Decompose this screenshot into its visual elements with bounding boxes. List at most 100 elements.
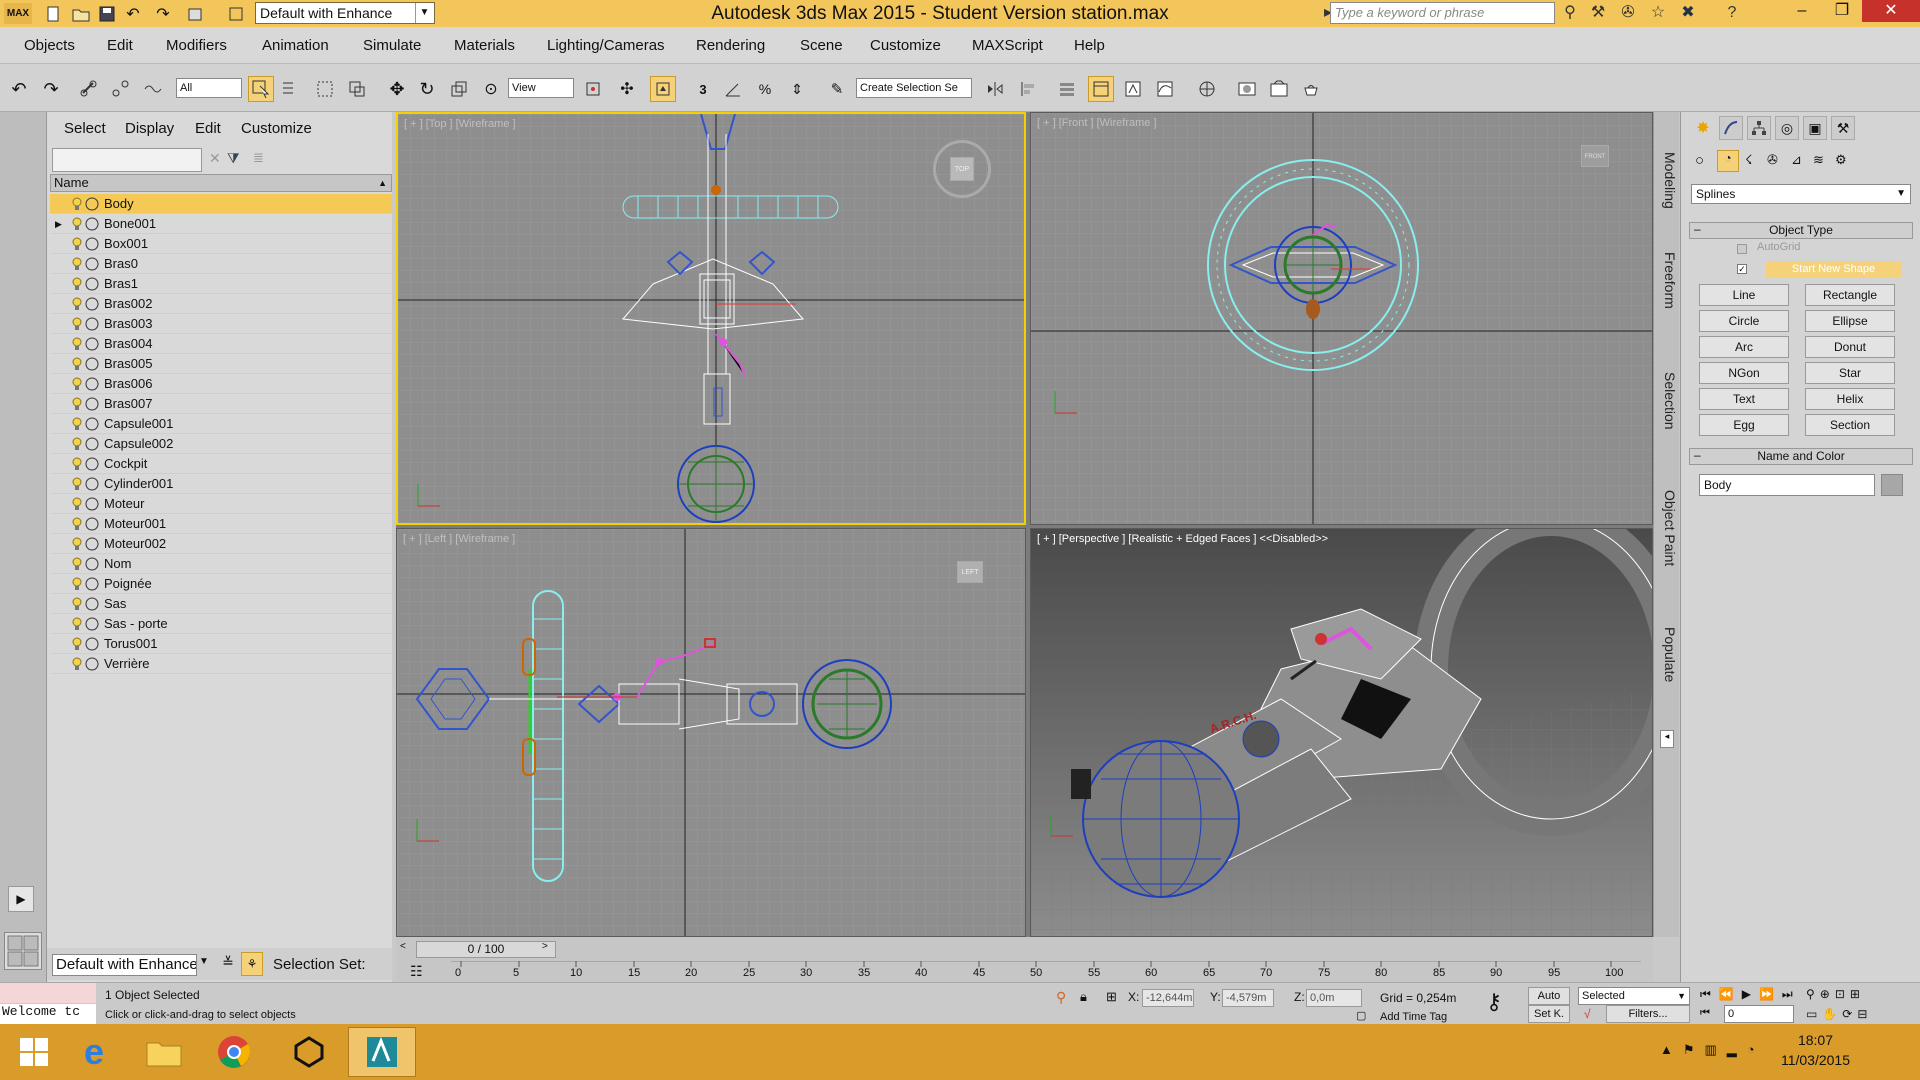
list-item[interactable]: Capsule001 bbox=[50, 414, 392, 434]
utilities-tab-icon[interactable]: ⚒ bbox=[1831, 116, 1855, 140]
create-tab-icon[interactable]: ✸ bbox=[1691, 116, 1715, 140]
start-new-shape-button[interactable]: Start New Shape bbox=[1766, 261, 1901, 278]
rectangle-button[interactable]: Rectangle bbox=[1805, 284, 1895, 306]
cameras-category-icon[interactable]: ✇ bbox=[1767, 152, 1778, 168]
window-crossing-icon[interactable] bbox=[344, 76, 370, 102]
isolate-icon[interactable]: ⚲ bbox=[1056, 989, 1066, 1006]
absolute-mode-icon[interactable]: ⊞ bbox=[1106, 989, 1117, 1005]
expand-arrow-icon[interactable]: ▶ bbox=[55, 214, 62, 234]
filter-funnel-icon[interactable]: ⧩ bbox=[227, 150, 240, 167]
ellipse-button[interactable]: Ellipse bbox=[1805, 310, 1895, 332]
section-button[interactable]: Section bbox=[1805, 414, 1895, 436]
menu-materials[interactable]: Materials bbox=[450, 27, 519, 64]
keyboard-shortcut-override-icon[interactable] bbox=[650, 76, 676, 102]
layer-dropdown[interactable]: Default with Enhance bbox=[52, 954, 197, 976]
lightbulb-icon[interactable] bbox=[72, 617, 82, 631]
lightbulb-icon[interactable] bbox=[72, 537, 82, 551]
graphite-ribbon-icon[interactable] bbox=[1120, 76, 1146, 102]
time-tag-icon[interactable]: ▢ bbox=[1356, 1009, 1366, 1022]
close-button[interactable]: ✕ bbox=[1862, 0, 1920, 22]
render-setup-icon[interactable] bbox=[1266, 76, 1292, 102]
list-item[interactable]: ▶ Bone001 bbox=[50, 214, 392, 234]
unity-icon[interactable] bbox=[275, 1027, 343, 1077]
lightbulb-icon[interactable] bbox=[72, 277, 82, 291]
taskbar-clock[interactable]: 18:07 11/03/2015 bbox=[1781, 1030, 1850, 1070]
menu-edit[interactable]: Edit bbox=[103, 27, 137, 64]
systems-category-icon[interactable]: ⚙ bbox=[1835, 152, 1847, 168]
maxscript-listener[interactable]: Welcome tc bbox=[0, 983, 96, 1025]
y-coord-field[interactable]: -4,579m bbox=[1222, 989, 1274, 1007]
satellite-icon[interactable]: ✇ bbox=[1616, 2, 1640, 24]
helpers-category-icon[interactable]: ⊿ bbox=[1791, 152, 1802, 168]
snap-toggle-icon[interactable]: 3 bbox=[690, 76, 716, 102]
list-item[interactable]: Sas bbox=[50, 594, 392, 614]
lights-category-icon[interactable]: ☇ bbox=[1745, 152, 1752, 168]
ngon-button[interactable]: NGon bbox=[1699, 362, 1789, 384]
list-item[interactable]: Moteur bbox=[50, 494, 392, 514]
z-coord-field[interactable]: 0,0m bbox=[1306, 989, 1362, 1007]
select-by-name-icon[interactable] bbox=[278, 76, 304, 102]
lightbulb-icon[interactable] bbox=[72, 437, 82, 451]
internet-explorer-icon[interactable]: e bbox=[60, 1027, 128, 1077]
key-filter-dropdown[interactable]: Selected ▼ bbox=[1578, 987, 1690, 1005]
menu-rendering[interactable]: Rendering bbox=[692, 27, 769, 64]
align-icon[interactable] bbox=[1016, 76, 1042, 102]
unlink-icon[interactable] bbox=[108, 76, 134, 102]
tools-icon[interactable]: ⚒ bbox=[1586, 2, 1610, 24]
display-tab-icon[interactable]: ▣ bbox=[1803, 116, 1827, 140]
menu-lighting-cameras[interactable]: Lighting/Cameras bbox=[543, 27, 669, 64]
file-explorer-icon[interactable] bbox=[130, 1027, 198, 1077]
hierarchy-tab-icon[interactable] bbox=[1747, 116, 1771, 140]
play-arrow-icon[interactable]: ▶ bbox=[8, 886, 34, 912]
menu-objects[interactable]: Objects bbox=[20, 27, 79, 64]
tab-populate[interactable]: Populate bbox=[1656, 627, 1678, 682]
timeline-ruler[interactable]: 0 5 10 15 20 25 30 35 40 45 50 55 60 65 70 75 80 85 90 95 10… bbox=[451, 961, 1641, 981]
lightbulb-icon[interactable] bbox=[72, 197, 82, 211]
menu-simulate[interactable]: Simulate bbox=[359, 27, 425, 64]
link-icon[interactable] bbox=[76, 76, 102, 102]
rotate-icon[interactable]: ↻ bbox=[414, 76, 440, 102]
lightbulb-icon[interactable] bbox=[72, 217, 82, 231]
select-manipulate-icon[interactable]: ✣ bbox=[614, 76, 640, 102]
mini-curve-editor-icon[interactable]: ☷ bbox=[410, 963, 423, 980]
lightbulb-icon[interactable] bbox=[72, 257, 82, 271]
list-item[interactable]: Bras1 bbox=[50, 274, 392, 294]
list-item[interactable]: Body bbox=[50, 194, 392, 214]
menu-modifiers[interactable]: Modifiers bbox=[162, 27, 231, 64]
x-coord-field[interactable]: -12,644m bbox=[1142, 989, 1194, 1007]
edit-named-selection-icon[interactable]: ✎ bbox=[824, 76, 850, 102]
viewport-label[interactable]: [ + ] [Left ] [Wireframe ] bbox=[403, 533, 515, 545]
menu-customize[interactable]: Customize bbox=[866, 27, 945, 64]
undo-icon[interactable]: ↶ bbox=[122, 3, 144, 24]
object-color-swatch[interactable] bbox=[1881, 474, 1903, 496]
viewport-nav-controls-2[interactable]: ▭✋⟳⊟ bbox=[1806, 1007, 1872, 1021]
windows-start-icon[interactable] bbox=[0, 1027, 68, 1077]
3ds-max-taskbar-icon[interactable] bbox=[348, 1027, 416, 1077]
explorer-menu-display[interactable]: Display bbox=[125, 120, 174, 137]
list-item[interactable]: Cockpit bbox=[50, 454, 392, 474]
list-item[interactable]: Torus001 bbox=[50, 634, 392, 654]
project-folder-icon[interactable] bbox=[184, 3, 206, 24]
tab-object-paint[interactable]: Object Paint bbox=[1656, 490, 1678, 566]
pivot-center-icon[interactable] bbox=[580, 76, 606, 102]
lightbulb-icon[interactable] bbox=[72, 297, 82, 311]
selection-set-icon[interactable]: ⚘ bbox=[241, 952, 263, 976]
viewport-perspective[interactable]: [ + ] [Perspective ] [Realistic + Edged … bbox=[1030, 528, 1653, 937]
donut-button[interactable]: Donut bbox=[1805, 336, 1895, 358]
current-frame-field[interactable]: 0 bbox=[1724, 1005, 1794, 1023]
lightbulb-icon[interactable] bbox=[72, 397, 82, 411]
render-teapot-icon[interactable] bbox=[1298, 76, 1324, 102]
start-new-shape-checkbox[interactable]: ✓ bbox=[1737, 264, 1747, 274]
explorer-menu-select[interactable]: Select bbox=[64, 120, 106, 137]
star-icon[interactable]: ☆ bbox=[1646, 2, 1670, 24]
maxscript-input[interactable] bbox=[0, 983, 96, 1004]
clear-filter-icon[interactable]: ✕ bbox=[209, 150, 221, 167]
lightbulb-icon[interactable] bbox=[72, 237, 82, 251]
new-file-icon[interactable] bbox=[42, 3, 64, 24]
chevron-down-icon[interactable]: ▼ bbox=[415, 3, 433, 23]
list-item[interactable]: Bras004 bbox=[50, 334, 392, 354]
reference-coord-dropdown[interactable]: View bbox=[508, 78, 574, 98]
open-file-icon[interactable] bbox=[70, 3, 92, 24]
viewport-top[interactable]: [ + ] [Top ] [Wireframe ] TOP bbox=[396, 112, 1026, 525]
redo-icon[interactable]: ↷ bbox=[38, 76, 64, 102]
